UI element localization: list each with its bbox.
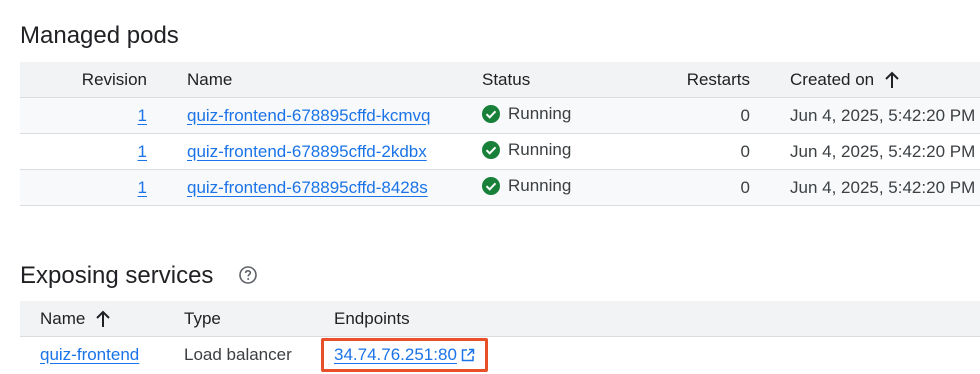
status-text: Running xyxy=(508,139,572,159)
sort-ascending-arrow-icon xyxy=(885,71,899,89)
table-header-row: Revision Name Status Restarts Created on xyxy=(20,62,980,98)
pod-name-link[interactable]: quiz-frontend-678895cffd-2kdbx xyxy=(187,142,427,161)
column-header-created-on[interactable]: Created on xyxy=(790,62,980,98)
column-header-revision[interactable]: Revision xyxy=(20,62,187,98)
table-header-row: Name Type Endpoints xyxy=(20,301,980,337)
revision-link[interactable]: 1 xyxy=(138,106,147,125)
revision-link[interactable]: 1 xyxy=(138,142,147,161)
revision-cell: 1 xyxy=(20,134,187,170)
pod-name-cell: quiz-frontend-678895cffd-8428s xyxy=(187,170,482,206)
table-row: 1 quiz-frontend-678895cffd-kcmvq Running… xyxy=(20,97,980,134)
column-header-type[interactable]: Type xyxy=(184,301,334,337)
managed-pods-table: Revision Name Status Restarts Created on… xyxy=(20,62,980,206)
restarts-cell: 0 xyxy=(740,105,750,125)
created-on-cell: Jun 4, 2025, 5:42:20 PM xyxy=(790,105,976,125)
open-in-new-icon[interactable] xyxy=(461,348,475,362)
status-cell: Running xyxy=(482,98,652,134)
table-row: 1 quiz-frontend-678895cffd-2kdbx Running… xyxy=(20,133,980,170)
revision-cell: 1 xyxy=(20,170,187,206)
column-header-restarts[interactable]: Restarts xyxy=(652,62,790,98)
pod-name-cell: quiz-frontend-678895cffd-2kdbx xyxy=(187,134,482,170)
table-row: 1 quiz-frontend-678895cffd-8428s Running… xyxy=(20,169,980,206)
status-text: Running xyxy=(508,103,572,123)
sort-ascending-arrow-icon xyxy=(96,310,111,328)
exposing-services-title: Exposing services xyxy=(20,262,214,289)
status-cell: Running xyxy=(482,134,652,170)
check-circle-icon xyxy=(482,176,500,195)
restarts-cell: 0 xyxy=(740,177,750,197)
service-name-cell: quiz-frontend xyxy=(20,337,184,373)
column-header-status[interactable]: Status xyxy=(482,62,652,98)
pod-name-link[interactable]: quiz-frontend-678895cffd-8428s xyxy=(187,178,428,197)
endpoint-highlight-box: 34.74.76.251:80 xyxy=(321,337,488,372)
column-header-endpoints[interactable]: Endpoints xyxy=(334,301,980,337)
column-header-name[interactable]: Name xyxy=(20,301,184,337)
pod-name-link[interactable]: quiz-frontend-678895cffd-kcmvq xyxy=(187,106,431,125)
help-icon[interactable] xyxy=(239,266,257,284)
managed-pods-title: Managed pods xyxy=(20,22,179,49)
revision-link[interactable]: 1 xyxy=(138,178,147,197)
status-text: Running xyxy=(508,175,572,195)
restarts-cell: 0 xyxy=(740,141,750,161)
exposing-services-table: Name Type Endpoints quiz-frontend Load b… xyxy=(20,301,980,372)
service-type-cell: Load balancer xyxy=(184,344,292,364)
status-cell: Running xyxy=(482,170,652,206)
check-circle-icon xyxy=(482,104,500,123)
pod-name-cell: quiz-frontend-678895cffd-kcmvq xyxy=(187,98,482,134)
endpoint-cell: 34.74.76.251:80 xyxy=(321,337,980,373)
revision-cell: 1 xyxy=(20,98,187,134)
created-on-cell: Jun 4, 2025, 5:42:20 PM xyxy=(790,141,976,161)
column-header-name[interactable]: Name xyxy=(187,62,482,98)
created-on-cell: Jun 4, 2025, 5:42:20 PM xyxy=(790,177,976,197)
endpoint-link[interactable]: 34.74.76.251:80 xyxy=(334,345,457,365)
service-name-link[interactable]: quiz-frontend xyxy=(40,345,139,364)
table-row: quiz-frontend Load balancer 34.74.76.251… xyxy=(20,337,980,373)
check-circle-icon xyxy=(482,140,500,159)
